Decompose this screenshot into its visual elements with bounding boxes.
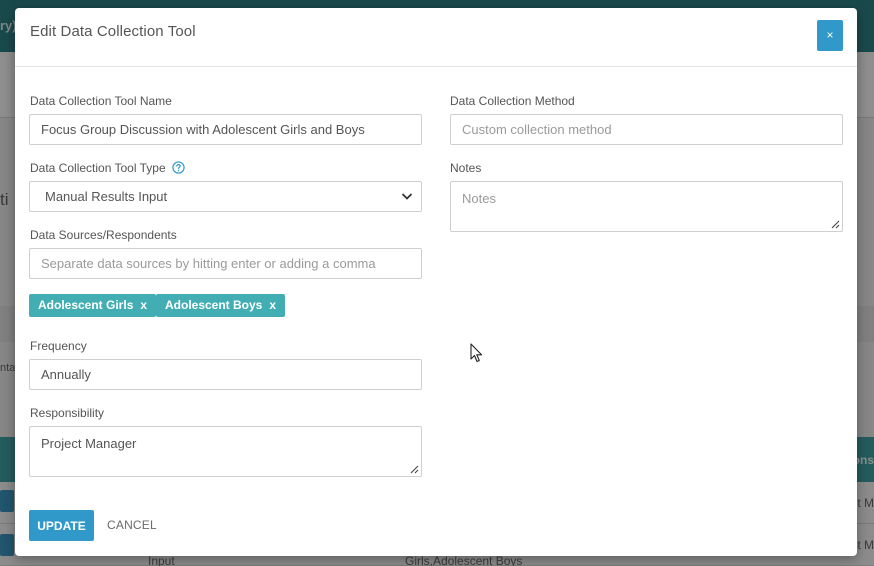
data-sources-input[interactable]: Separate data sources by hitting enter o… <box>29 248 422 279</box>
data-sources-label: Data Sources/Respondents <box>30 228 177 242</box>
tool-type-selected-value: Manual Results Input <box>45 189 168 204</box>
responsibility-label: Responsibility <box>30 406 105 420</box>
tool-type-select[interactable]: Manual Results Input <box>29 181 422 212</box>
tag-adolescent-boys: Adolescent Boys x <box>156 294 286 317</box>
responsibility-value: Project Manager <box>41 436 137 451</box>
resize-handle-icon[interactable] <box>410 465 419 474</box>
notes-label: Notes <box>450 161 482 175</box>
update-button[interactable]: UPDATE <box>29 510 94 541</box>
responsibility-textarea[interactable]: Project Manager <box>29 426 422 477</box>
tool-type-label: Data Collection Tool Type <box>30 161 185 175</box>
cancel-button[interactable]: CANCEL <box>107 518 157 532</box>
chevron-down-icon <box>401 193 413 200</box>
tag-adolescent-girls: Adolescent Girls x <box>29 294 157 317</box>
resize-handle-icon[interactable] <box>831 220 840 229</box>
close-button[interactable]: × <box>817 20 843 51</box>
question-circle-icon[interactable] <box>171 161 185 174</box>
tag-remove-icon[interactable]: x <box>140 298 147 312</box>
frequency-input[interactable]: Annually <box>29 359 422 390</box>
method-label: Data Collection Method <box>450 94 575 108</box>
tag-label: Adolescent Girls <box>38 298 134 312</box>
tool-name-input[interactable]: Focus Group Discussion with Adolescent G… <box>29 114 422 145</box>
modal-title: Edit Data Collection Tool <box>30 23 196 40</box>
notes-textarea[interactable]: Notes <box>450 181 843 232</box>
tag-remove-icon[interactable]: x <box>269 298 276 312</box>
method-input[interactable]: Custom collection method <box>450 114 843 145</box>
tool-type-label-text: Data Collection Tool Type <box>30 161 166 175</box>
notes-placeholder: Notes <box>462 191 496 206</box>
mouse-pointer-icon <box>470 343 483 363</box>
modal-header: Edit Data Collection Tool × <box>15 8 857 67</box>
edit-tool-modal: Edit Data Collection Tool × Data Collect… <box>15 8 857 556</box>
tag-label: Adolescent Boys <box>165 298 263 312</box>
frequency-label: Frequency <box>30 339 87 353</box>
tool-name-label: Data Collection Tool Name <box>30 94 172 108</box>
